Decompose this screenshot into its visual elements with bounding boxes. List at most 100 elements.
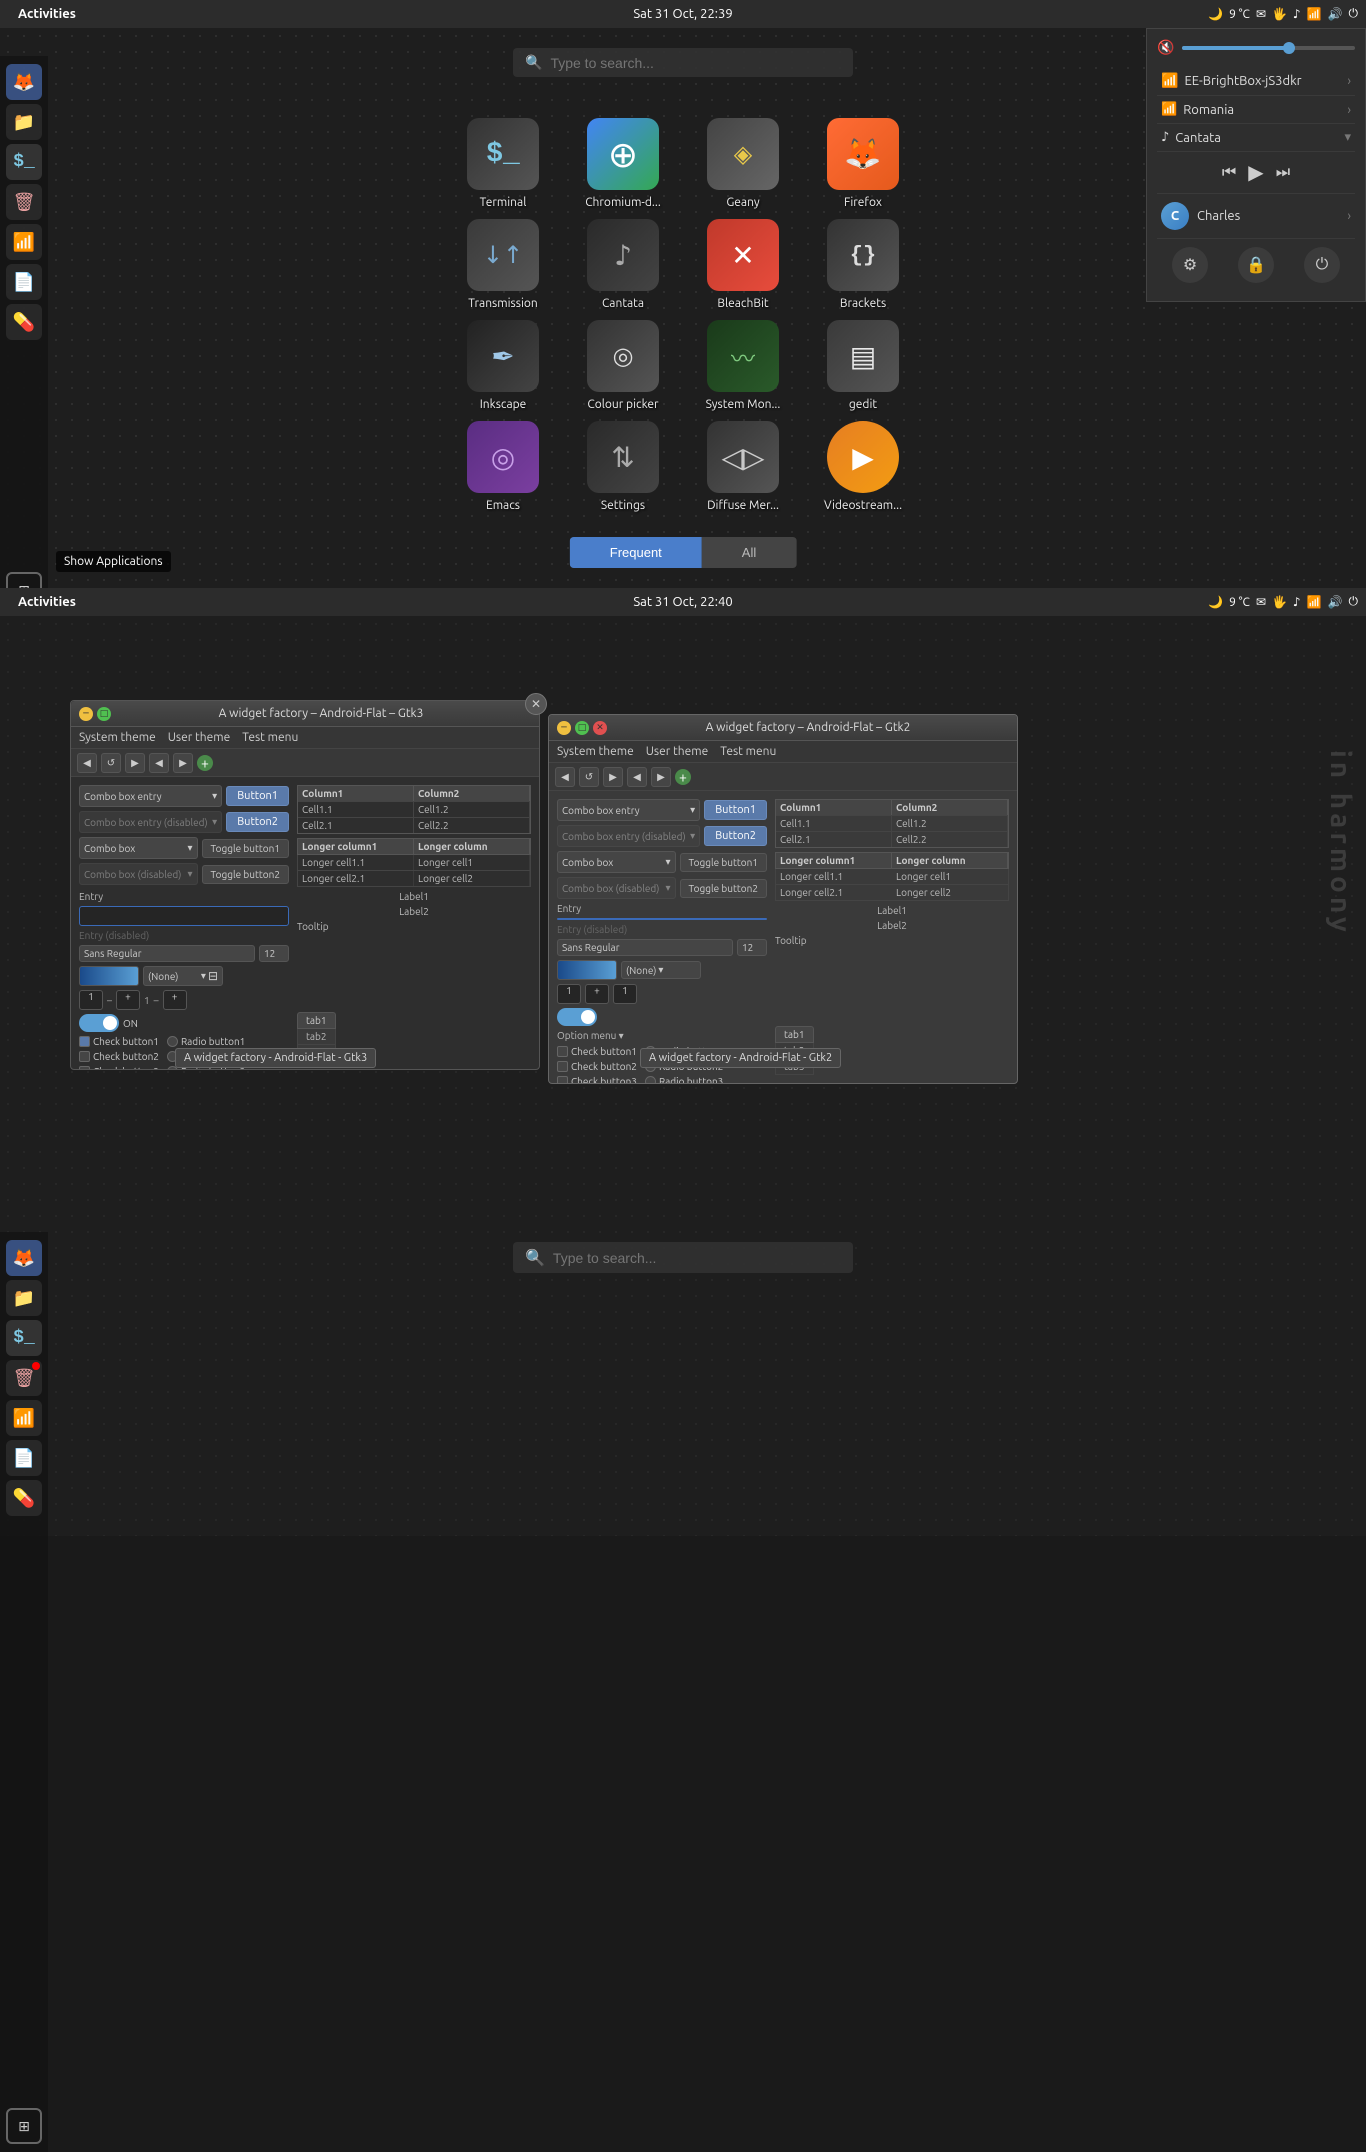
check-button2[interactable]: Check button2 bbox=[79, 1051, 159, 1062]
search-input-bottom[interactable] bbox=[553, 1250, 841, 1266]
gtk2-check3[interactable]: Check button3 bbox=[557, 1076, 637, 1083]
toolbar-new-button[interactable]: + bbox=[197, 755, 213, 771]
gtk2-none-combo[interactable]: (None)▾ bbox=[621, 961, 701, 979]
music-icon-2[interactable]: ♪ bbox=[1293, 595, 1301, 609]
gtk2-forward2-icon[interactable]: ▶ bbox=[651, 767, 671, 787]
close-circle-button[interactable]: ✕ bbox=[525, 693, 547, 715]
none-combo[interactable]: (None)▾ ⊟ bbox=[143, 966, 223, 986]
gtk2-entry[interactable] bbox=[557, 918, 767, 920]
gtk2-menu-system[interactable]: System theme bbox=[557, 745, 634, 758]
toggle-button1[interactable]: Toggle button1 bbox=[202, 839, 289, 858]
tab-frequent[interactable]: Frequent bbox=[570, 537, 702, 568]
gtk2-back2-icon[interactable]: ◀ bbox=[627, 767, 647, 787]
gtk2-forward-icon[interactable]: ▶ bbox=[603, 767, 623, 787]
search-input[interactable] bbox=[550, 55, 841, 71]
lock-button[interactable]: 🔒 bbox=[1238, 247, 1274, 283]
toolbar-forward2-icon[interactable]: ▶ bbox=[173, 753, 193, 773]
power-icon-2[interactable]: ⏻ bbox=[1349, 595, 1359, 609]
dock-doc-b[interactable]: 📄 bbox=[6, 1440, 42, 1476]
gtk2-on-toggle[interactable] bbox=[557, 1008, 597, 1026]
dock-item-files[interactable]: 📁 bbox=[6, 104, 42, 140]
dock-app-b[interactable]: 💊 bbox=[6, 1480, 42, 1516]
gtk2-check1[interactable]: Check button1 bbox=[557, 1046, 637, 1057]
app-terminal[interactable]: $_ Terminal bbox=[448, 118, 558, 209]
gtk2-color-swatch[interactable] bbox=[557, 960, 617, 980]
search-bar-bottom[interactable]: 🔍 bbox=[513, 1242, 853, 1273]
settings-sys-button[interactable]: ⚙ bbox=[1172, 247, 1208, 283]
show-apps-button-b[interactable]: ⊞ bbox=[6, 2108, 42, 2144]
volume-icon-2[interactable]: 🔊 bbox=[1328, 595, 1343, 609]
tab-all[interactable]: All bbox=[702, 537, 796, 568]
gtk2-taskbar-label[interactable]: A widget factory - Android-Flat - Gtk2 bbox=[640, 1048, 841, 1068]
menu-system-theme[interactable]: System theme bbox=[79, 731, 156, 744]
app-diffuse[interactable]: ◁▷ Diffuse Mer... bbox=[688, 421, 798, 512]
search-bar[interactable]: 🔍 bbox=[513, 48, 853, 77]
dock-item-firefox[interactable]: 🦊 bbox=[6, 64, 42, 100]
app-sysmon[interactable]: 〰 System Mon... bbox=[688, 320, 798, 411]
mail-icon[interactable]: ✉ bbox=[1256, 7, 1266, 21]
app-videostream[interactable]: ▶ Videostream... bbox=[808, 421, 918, 512]
gtk2-radio3[interactable]: Radio button3 bbox=[645, 1076, 723, 1083]
dock-item-app[interactable]: 💊 bbox=[6, 304, 42, 340]
app-cantata[interactable]: ♪ Cantata bbox=[568, 219, 678, 310]
gtk2-button1[interactable]: Button1 bbox=[704, 800, 767, 820]
gtk2-new-button[interactable]: + bbox=[675, 769, 691, 785]
app-geany[interactable]: ◈ Geany bbox=[688, 118, 798, 209]
gtk3-taskbar-label[interactable]: A widget factory - Android-Flat - Gtk3 bbox=[175, 1048, 376, 1068]
menu-user-theme[interactable]: User theme bbox=[168, 731, 231, 744]
longer-row-2[interactable]: Longer cell2.1 Longer cell2 bbox=[297, 871, 531, 887]
toolbar-back2-icon[interactable]: ◀ bbox=[149, 753, 169, 773]
gtk2-toggle-2[interactable]: Toggle button2 bbox=[680, 879, 767, 898]
system-icon[interactable]: 🖐 bbox=[1272, 7, 1287, 21]
dock-item-doc[interactable]: 📄 bbox=[6, 264, 42, 300]
gtk2-tab1[interactable]: tab1 bbox=[775, 1026, 814, 1042]
network-icon-bottom[interactable]: 📶 bbox=[1307, 595, 1322, 609]
gtk2-tr-2[interactable]: Cell2.1 Cell2.2 bbox=[776, 831, 1008, 847]
app-transmission[interactable]: ↓↑ Transmission bbox=[448, 219, 558, 310]
gtk2-check2[interactable]: Check button2 bbox=[557, 1061, 637, 1072]
gtk2-button2[interactable]: Button2 bbox=[704, 826, 767, 846]
gtk2-tr-1[interactable]: Cell1.1 Cell1.2 bbox=[776, 815, 1008, 831]
gtk2-font-name[interactable]: Sans Regular bbox=[557, 939, 733, 956]
network-item-romania[interactable]: 📶 Romania › bbox=[1157, 96, 1355, 124]
dock-terminal-b[interactable]: $_ bbox=[6, 1320, 42, 1356]
longer-row-1[interactable]: Longer cell1.1 Longer cell1 bbox=[297, 855, 531, 871]
power-icon[interactable]: ⏻ bbox=[1349, 7, 1359, 21]
activities-button-2[interactable]: Activities bbox=[8, 595, 86, 609]
gtk2-combo-2[interactable]: Combo box▾ bbox=[557, 851, 676, 873]
dock-trash-b[interactable]: 🗑 bbox=[6, 1360, 42, 1396]
gtk2-font-size[interactable]: 12 bbox=[737, 939, 767, 956]
app-settings[interactable]: ⇅ Settings bbox=[568, 421, 678, 512]
spinner-2[interactable]: + bbox=[116, 990, 140, 1010]
minimize-button[interactable]: ─ bbox=[79, 707, 93, 721]
toolbar-forward-icon[interactable]: ▶ bbox=[125, 753, 145, 773]
dock-wifi-b[interactable]: 📶 bbox=[6, 1400, 42, 1436]
button2[interactable]: Button2 bbox=[226, 812, 289, 832]
spinner-1[interactable]: 1 bbox=[79, 990, 103, 1010]
check-button1[interactable]: Check button1 bbox=[79, 1036, 159, 1047]
volume-control[interactable]: 🔇 bbox=[1157, 39, 1355, 56]
gtk2-maximize-button[interactable]: □ bbox=[575, 721, 589, 735]
power-sys-button[interactable]: ⏻ bbox=[1304, 247, 1340, 283]
gtk2-menu-test[interactable]: Test menu bbox=[720, 745, 776, 758]
combo-box-entry[interactable]: Combo box entry▾ bbox=[79, 785, 222, 807]
font-name-field[interactable]: Sans Regular bbox=[79, 945, 255, 962]
app-inkscape[interactable]: ✒ Inkscape bbox=[448, 320, 558, 411]
gtk2-lrow-1[interactable]: Longer cell1.1 Longer cell1 bbox=[775, 869, 1009, 885]
next-button[interactable]: ⏭ bbox=[1276, 164, 1290, 182]
menu-test-menu[interactable]: Test menu bbox=[242, 731, 298, 744]
app-colorpicker[interactable]: ◎ Colour picker bbox=[568, 320, 678, 411]
network-icon[interactable]: 📶 bbox=[1307, 7, 1322, 21]
prev-button[interactable]: ⏮ bbox=[1222, 164, 1236, 182]
gtk2-back-icon[interactable]: ◀ bbox=[555, 767, 575, 787]
table-row-1[interactable]: Cell1.1 Cell1.2 bbox=[298, 801, 530, 817]
volume-icon[interactable]: 🔊 bbox=[1328, 7, 1343, 21]
check-button3[interactable]: Check button3 bbox=[79, 1066, 159, 1069]
gtk2-menu-user[interactable]: User theme bbox=[646, 745, 709, 758]
gtk2-spin1[interactable]: 1 bbox=[557, 984, 581, 1004]
spinner-3[interactable]: + bbox=[163, 990, 187, 1010]
entry-field[interactable] bbox=[79, 906, 289, 926]
gtk2-refresh-icon[interactable]: ↺ bbox=[579, 767, 599, 787]
font-size-field[interactable]: 12 bbox=[259, 945, 289, 962]
play-button[interactable]: ▶ bbox=[1248, 160, 1263, 185]
